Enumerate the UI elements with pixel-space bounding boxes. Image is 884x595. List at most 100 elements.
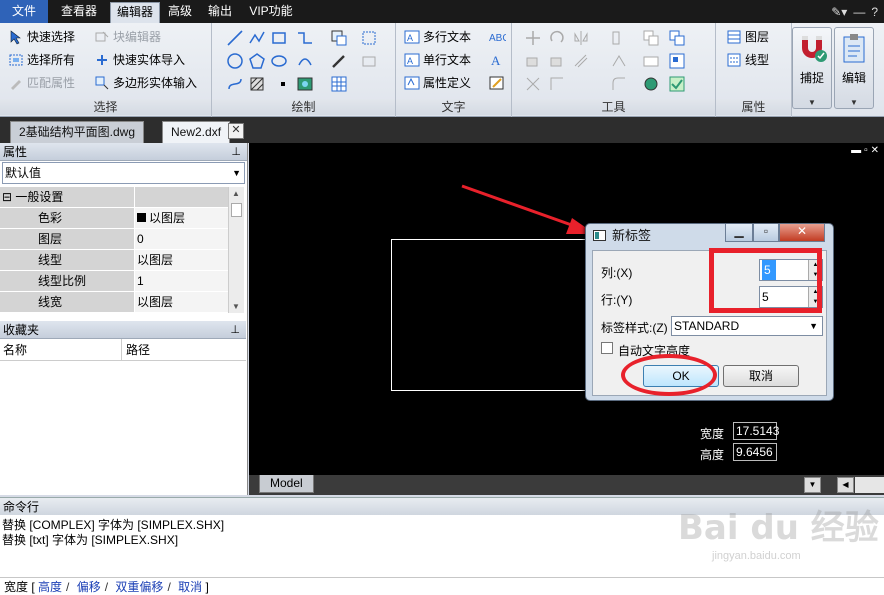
attribute-def-button[interactable]: 属性定义 xyxy=(404,73,471,93)
canvas-window-controls[interactable]: ▬▫✕ xyxy=(851,145,882,156)
ungroup-icon[interactable] xyxy=(642,75,660,93)
move-icon[interactable] xyxy=(524,29,542,47)
single-text-button[interactable]: A 单行文本 xyxy=(404,50,471,70)
doc-tab-dxf[interactable]: New2.dxf xyxy=(162,121,231,143)
array-icon[interactable] xyxy=(610,29,628,47)
rows-label: 行:(Y) xyxy=(601,293,633,307)
polygon-entity-input-button[interactable]: 多边形实体输入 xyxy=(94,73,197,93)
quick-entity-import-button[interactable]: 快速实体导入 xyxy=(94,50,185,70)
offset-icon[interactable] xyxy=(572,52,590,70)
fillet-icon[interactable] xyxy=(610,75,628,93)
command-prompt[interactable]: 宽度 [ 高度 / 偏移 / 双重偏移 / 取消 ] xyxy=(0,577,884,595)
help-icon[interactable]: ? xyxy=(871,5,878,19)
menu-tab-editor[interactable]: 编辑器 xyxy=(110,2,160,23)
scroll-left-icon[interactable]: ◀ xyxy=(837,477,854,493)
column-path[interactable]: 路径 xyxy=(122,339,150,360)
text-pen-icon[interactable] xyxy=(488,74,506,92)
menu-tab-viewer[interactable]: 查看器 xyxy=(54,2,104,23)
properties-table: ⊟ 一般设置 色彩 以图层 图层 0 线型 以图层 线型比例 1 线宽 以图层 xyxy=(0,187,228,313)
property-row[interactable]: 线型 以图层 xyxy=(0,250,228,271)
hatch-tool-icon[interactable] xyxy=(248,75,266,93)
properties-dropdown[interactable]: 默认值 ▼ xyxy=(2,162,245,184)
menu-tab-advanced[interactable]: 高级 xyxy=(164,2,196,23)
point-tool-icon[interactable] xyxy=(274,75,292,93)
menu-tab-vip[interactable]: VIP功能 xyxy=(244,2,298,23)
option-offset[interactable]: 偏移 xyxy=(77,580,101,594)
region-tool-icon[interactable] xyxy=(360,52,378,70)
hatch-select-icon[interactable] xyxy=(360,29,378,47)
scrollbar-thumb[interactable] xyxy=(231,203,242,217)
option-height[interactable]: 高度 xyxy=(38,580,62,594)
mtext-button[interactable]: A 多行文本 xyxy=(404,27,471,47)
check-layer-icon[interactable] xyxy=(668,75,686,93)
explode-icon[interactable] xyxy=(610,52,628,70)
block-insert-icon[interactable] xyxy=(330,29,348,47)
scale-icon[interactable] xyxy=(524,52,542,70)
dialog-titlebar[interactable]: 新标签 ▁ ▫ ✕ xyxy=(586,224,833,248)
cancel-button[interactable]: 取消 xyxy=(723,365,799,387)
collapse-icon[interactable]: ⊟ xyxy=(2,190,15,204)
image-tool-icon[interactable] xyxy=(296,75,314,93)
auto-text-height-checkbox[interactable] xyxy=(601,342,613,354)
option-cancel[interactable]: 取消 xyxy=(178,580,202,594)
properties-scrollbar[interactable]: ▲ ▼ xyxy=(228,187,244,313)
multiline-tool-icon[interactable] xyxy=(296,29,314,47)
text-style-icon[interactable]: ABC xyxy=(488,28,506,46)
menu-tab-output[interactable]: 输出 xyxy=(202,2,238,23)
extend-icon[interactable] xyxy=(548,75,566,93)
mirror-icon[interactable] xyxy=(572,29,590,47)
circle-tool-icon[interactable] xyxy=(226,52,244,70)
properties-section-row[interactable]: ⊟ 一般设置 xyxy=(0,187,228,208)
block-editor-button[interactable]: 块编辑器 xyxy=(94,27,161,47)
copy-icon[interactable] xyxy=(642,29,660,47)
doc-tab-dwg[interactable]: 2基础结构平面图.dwg xyxy=(10,121,145,143)
property-row[interactable]: 线型比例 1 xyxy=(0,271,228,292)
clone-icon[interactable] xyxy=(668,29,686,47)
scroll-down-icon[interactable]: ▼ xyxy=(232,302,240,311)
minimize-icon[interactable]: ▁ xyxy=(725,224,753,242)
arc-tool-icon[interactable] xyxy=(296,52,314,70)
rectangle-tool-icon[interactable] xyxy=(270,29,288,47)
trim-icon[interactable] xyxy=(524,75,542,93)
property-row[interactable]: 图层 0 xyxy=(0,229,228,250)
group-icon[interactable] xyxy=(668,52,686,70)
join-icon[interactable] xyxy=(642,52,660,70)
match-props-button[interactable]: 匹配属性 xyxy=(8,73,75,93)
spline-tool-icon[interactable] xyxy=(226,75,244,93)
stretch-icon[interactable] xyxy=(548,52,566,70)
model-tab[interactable]: Model xyxy=(259,475,314,493)
table-tool-icon[interactable] xyxy=(330,75,348,93)
ellipse-tool-icon[interactable] xyxy=(270,52,288,70)
rotate-icon[interactable] xyxy=(548,29,566,47)
edit-button[interactable]: 编辑 ▼ xyxy=(834,27,874,109)
close-tab-icon[interactable]: ✕ xyxy=(228,123,244,139)
line-tool-icon[interactable] xyxy=(226,29,244,47)
pin-icon[interactable]: ⊥ xyxy=(231,143,241,161)
layout-dropdown-icon[interactable]: ▼ xyxy=(804,477,821,493)
polyline-tool-icon[interactable] xyxy=(248,29,266,47)
maximize-icon[interactable]: ▫ xyxy=(753,224,779,242)
menu-tab-file[interactable]: 文件 xyxy=(0,0,48,23)
height-input[interactable]: 9.6456 xyxy=(733,443,777,461)
pen-tool-icon[interactable] xyxy=(330,52,348,70)
quick-select-button[interactable]: 快速选择 xyxy=(8,27,75,47)
pin-icon[interactable]: ⊥ xyxy=(230,321,240,339)
pen-icon[interactable]: ✎▾ xyxy=(831,5,847,19)
property-row[interactable]: 线宽 以图层 xyxy=(0,292,228,313)
label-style-select[interactable]: STANDARD ▼ xyxy=(671,316,823,336)
layers-button[interactable]: 图层 xyxy=(726,27,769,47)
linetype-button[interactable]: 线型 xyxy=(726,50,769,70)
polygon-tool-icon[interactable] xyxy=(248,52,266,70)
close-icon[interactable]: ✕ xyxy=(779,224,825,242)
property-row[interactable]: 色彩 以图层 xyxy=(0,208,228,229)
select-all-button[interactable]: 选择所有 xyxy=(8,50,75,70)
chevron-down-icon: ▼ xyxy=(808,98,816,107)
option-double-offset[interactable]: 双重偏移 xyxy=(115,580,163,594)
width-input[interactable]: 17.5143 xyxy=(733,422,779,440)
horizontal-scrollbar[interactable] xyxy=(855,477,884,493)
minimize-icon[interactable]: — xyxy=(853,5,865,19)
snap-button[interactable]: 捕捉 ▼ xyxy=(792,27,832,109)
text-edit-icon[interactable]: A xyxy=(488,51,506,69)
scroll-up-icon[interactable]: ▲ xyxy=(232,189,240,198)
column-name[interactable]: 名称 xyxy=(0,339,122,360)
